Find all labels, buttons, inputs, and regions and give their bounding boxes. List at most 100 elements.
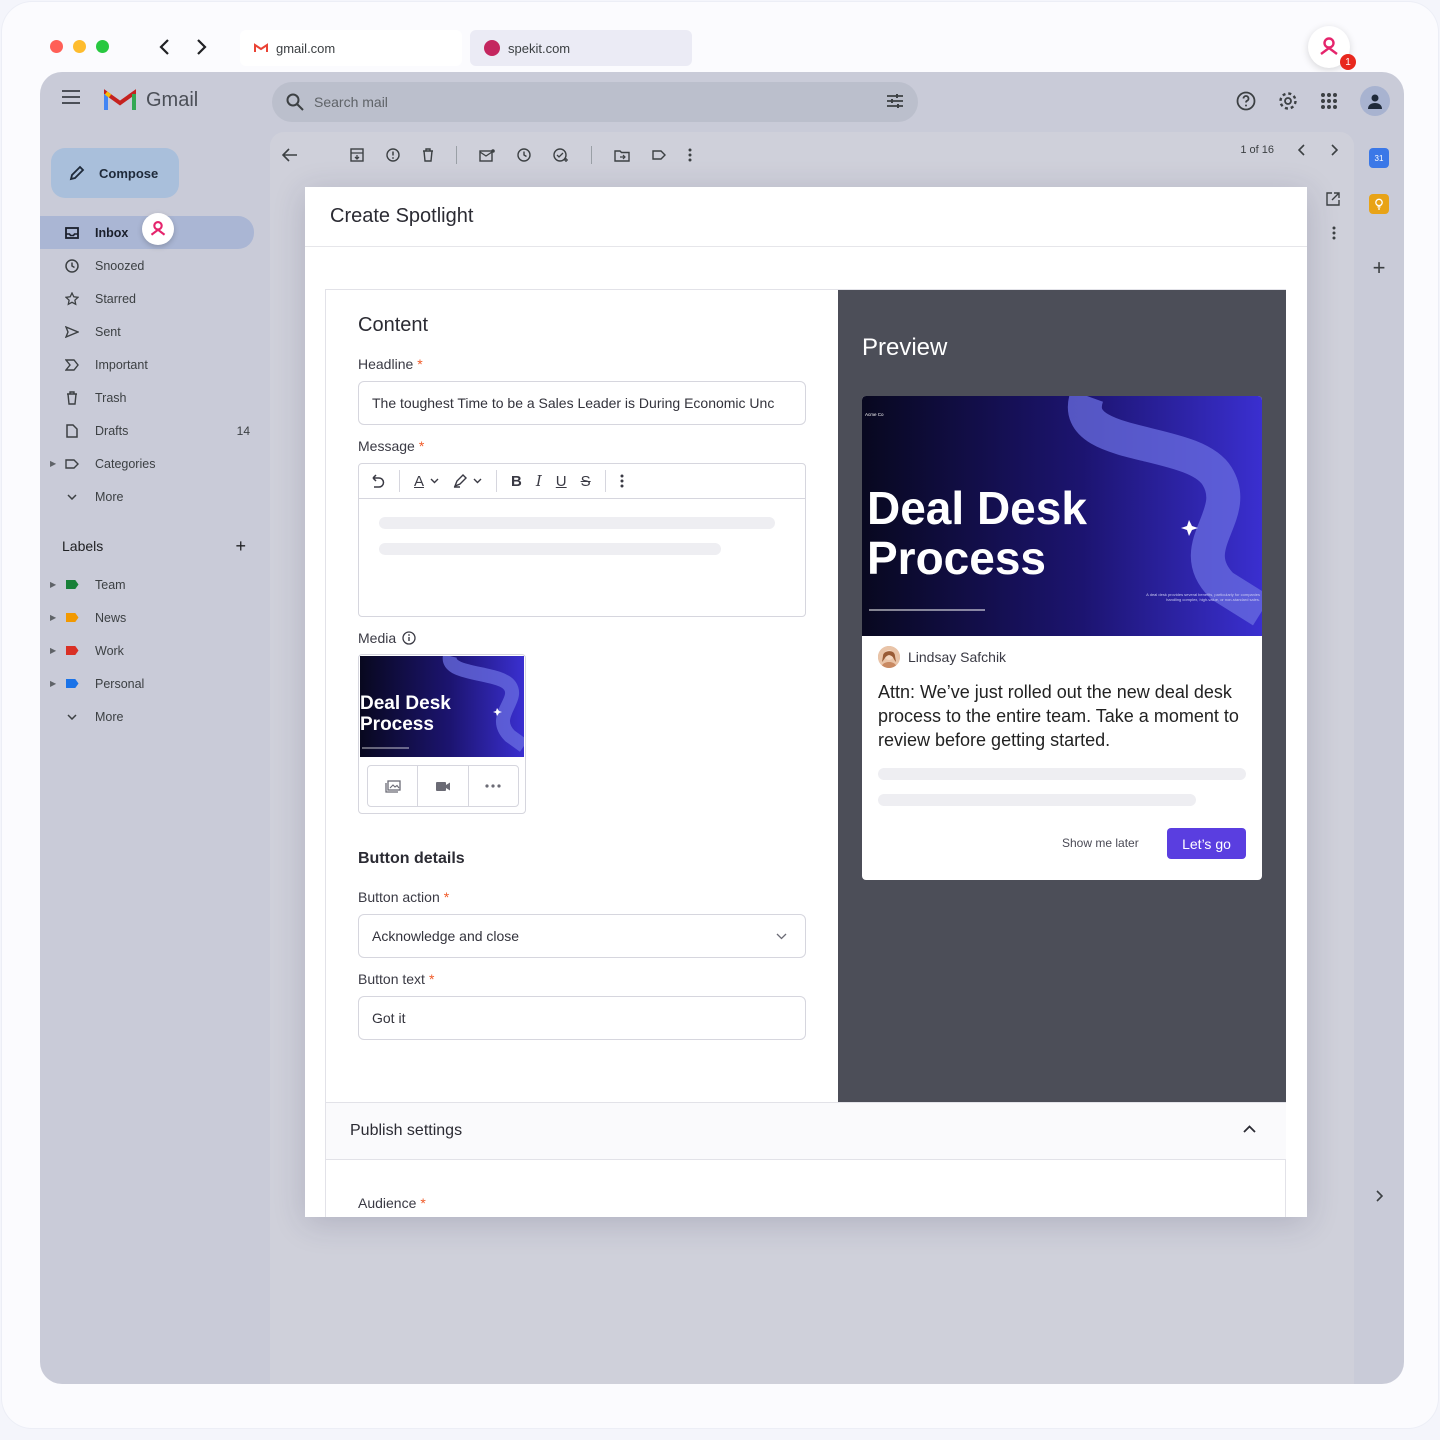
open-new-window-icon[interactable]: [1326, 192, 1340, 206]
underline-icon[interactable]: U: [556, 473, 567, 490]
headline-input[interactable]: The toughest Time to be a Sales Leader i…: [358, 381, 806, 425]
minimize-window-button[interactable]: [73, 40, 86, 53]
media-actions: [367, 765, 519, 807]
sidebar-item-more[interactable]: More: [40, 480, 270, 513]
snooze-clock-icon[interactable]: [517, 148, 531, 162]
sidebar-item-drafts[interactable]: Drafts 14: [40, 414, 270, 447]
toolbar-divider: [604, 470, 606, 492]
image-upload-button[interactable]: [368, 766, 419, 806]
calendar-app-icon[interactable]: 31: [1369, 148, 1389, 168]
label-item-personal[interactable]: ▶ Personal: [40, 667, 270, 700]
tab-label: gmail.com: [276, 40, 336, 56]
move-to-icon[interactable]: [614, 149, 630, 162]
forward-arrow-icon[interactable]: [190, 34, 214, 60]
spotlight-form-card: Content Headline * The toughest Time to b…: [325, 289, 1286, 1217]
gmail-logo[interactable]: Gmail: [104, 88, 198, 112]
delete-icon[interactable]: [422, 148, 434, 162]
main-menu-icon[interactable]: [62, 90, 80, 109]
add-label-icon[interactable]: +: [235, 536, 246, 557]
search-input[interactable]: Search mail: [314, 94, 388, 110]
expand-caret-icon[interactable]: ▶: [50, 679, 56, 688]
button-text-label: Button text *: [358, 971, 435, 987]
label-item-team[interactable]: ▶ Team: [40, 568, 270, 601]
sidebar-item-label: More: [95, 709, 124, 724]
label-item-news[interactable]: ▶ News: [40, 601, 270, 634]
info-icon[interactable]: [402, 631, 416, 645]
undo-icon[interactable]: [369, 474, 385, 488]
more-vertical-icon[interactable]: [1332, 226, 1336, 240]
chevron-up-icon[interactable]: [1243, 1125, 1256, 1133]
back-arrow-icon[interactable]: [282, 148, 298, 162]
label-tag-icon: [64, 679, 80, 688]
expand-caret-icon[interactable]: ▶: [50, 613, 56, 622]
close-window-button[interactable]: [50, 40, 63, 53]
add-task-icon[interactable]: [553, 148, 569, 162]
pagination: 1 of 16: [1240, 144, 1338, 156]
mark-unread-icon[interactable]: [479, 148, 495, 162]
author-name: Lindsay Safchik: [908, 649, 1007, 665]
chevron-left-icon[interactable]: [1298, 144, 1306, 156]
sidebar-item-important[interactable]: Important: [40, 348, 270, 381]
apps-grid-icon[interactable]: [1320, 92, 1338, 110]
sidebar-item-snoozed[interactable]: Snoozed: [40, 249, 270, 282]
report-spam-icon[interactable]: [386, 148, 400, 162]
labels-more[interactable]: More: [40, 700, 270, 733]
button-action-select[interactable]: Acknowledge and close: [358, 914, 806, 958]
back-arrow-icon[interactable]: [152, 34, 176, 60]
spekit-inbox-marker[interactable]: [142, 213, 174, 245]
message-label: Message *: [358, 438, 425, 454]
expand-panel-icon[interactable]: [1369, 1186, 1389, 1206]
show-me-later-button[interactable]: Show me later: [1062, 836, 1139, 850]
compose-label: Compose: [99, 165, 159, 181]
lets-go-button[interactable]: Let’s go: [1167, 828, 1246, 859]
message-editor[interactable]: A B I U S: [358, 463, 806, 617]
settings-gear-icon[interactable]: [1278, 91, 1298, 111]
publish-settings-header[interactable]: Publish settings: [326, 1102, 1286, 1160]
text-color-icon[interactable]: A: [414, 473, 439, 490]
label-item-work[interactable]: ▶ Work: [40, 634, 270, 667]
sidebar-item-sent[interactable]: Sent: [40, 315, 270, 348]
sidebar-item-categories[interactable]: ▶ Categories: [40, 447, 270, 480]
content-heading: Content: [358, 314, 429, 336]
window-controls: [50, 40, 109, 53]
media-label: Media: [358, 630, 416, 646]
labels-header: Labels +: [40, 524, 270, 568]
keep-app-icon[interactable]: [1369, 194, 1389, 214]
browser-tab-spekit[interactable]: spekit.com: [470, 30, 692, 66]
deal-desk-banner-image: Acme Co Deal Desk Process A deal desk pr…: [862, 396, 1262, 636]
search-bar[interactable]: Search mail: [272, 82, 918, 122]
more-vertical-icon[interactable]: [620, 474, 624, 488]
sidebar-item-starred[interactable]: Starred: [40, 282, 270, 315]
archive-icon[interactable]: [350, 148, 364, 162]
expand-caret-icon[interactable]: ▶: [50, 459, 56, 468]
compose-button[interactable]: Compose: [51, 148, 179, 198]
sidebar-item-trash[interactable]: Trash: [40, 381, 270, 414]
expand-caret-icon[interactable]: ▶: [50, 646, 56, 655]
media-thumbnail[interactable]: Deal Desk Process: [360, 656, 524, 757]
more-media-options-button[interactable]: [469, 766, 518, 806]
bold-icon[interactable]: B: [511, 473, 522, 490]
strikethrough-icon[interactable]: S: [581, 473, 591, 490]
button-text-input[interactable]: Got it: [358, 996, 806, 1040]
more-vertical-icon[interactable]: [688, 148, 692, 162]
search-icon: [286, 93, 304, 111]
browser-tab-gmail[interactable]: gmail.com: [240, 30, 462, 66]
author-avatar: [878, 646, 900, 668]
expand-caret-icon[interactable]: ▶: [50, 580, 56, 589]
video-camera-icon: [435, 781, 450, 791]
italic-icon[interactable]: I: [536, 472, 542, 490]
toolbar-divider: [399, 470, 400, 492]
button-details-heading: Button details: [358, 850, 465, 867]
label-as-icon[interactable]: [652, 150, 666, 160]
maximize-window-button[interactable]: [96, 40, 109, 53]
add-app-icon[interactable]: +: [1369, 255, 1389, 280]
chevron-right-icon[interactable]: [1330, 144, 1338, 156]
help-icon[interactable]: [1236, 91, 1256, 111]
selected-value: Acknowledge and close: [372, 928, 520, 944]
account-avatar[interactable]: [1360, 86, 1390, 116]
video-upload-button[interactable]: [418, 766, 469, 806]
search-options-icon[interactable]: [886, 92, 904, 110]
spekit-extension-button[interactable]: 1: [1308, 26, 1356, 70]
highlight-icon[interactable]: [453, 474, 482, 488]
toolbar-divider: [496, 470, 498, 492]
